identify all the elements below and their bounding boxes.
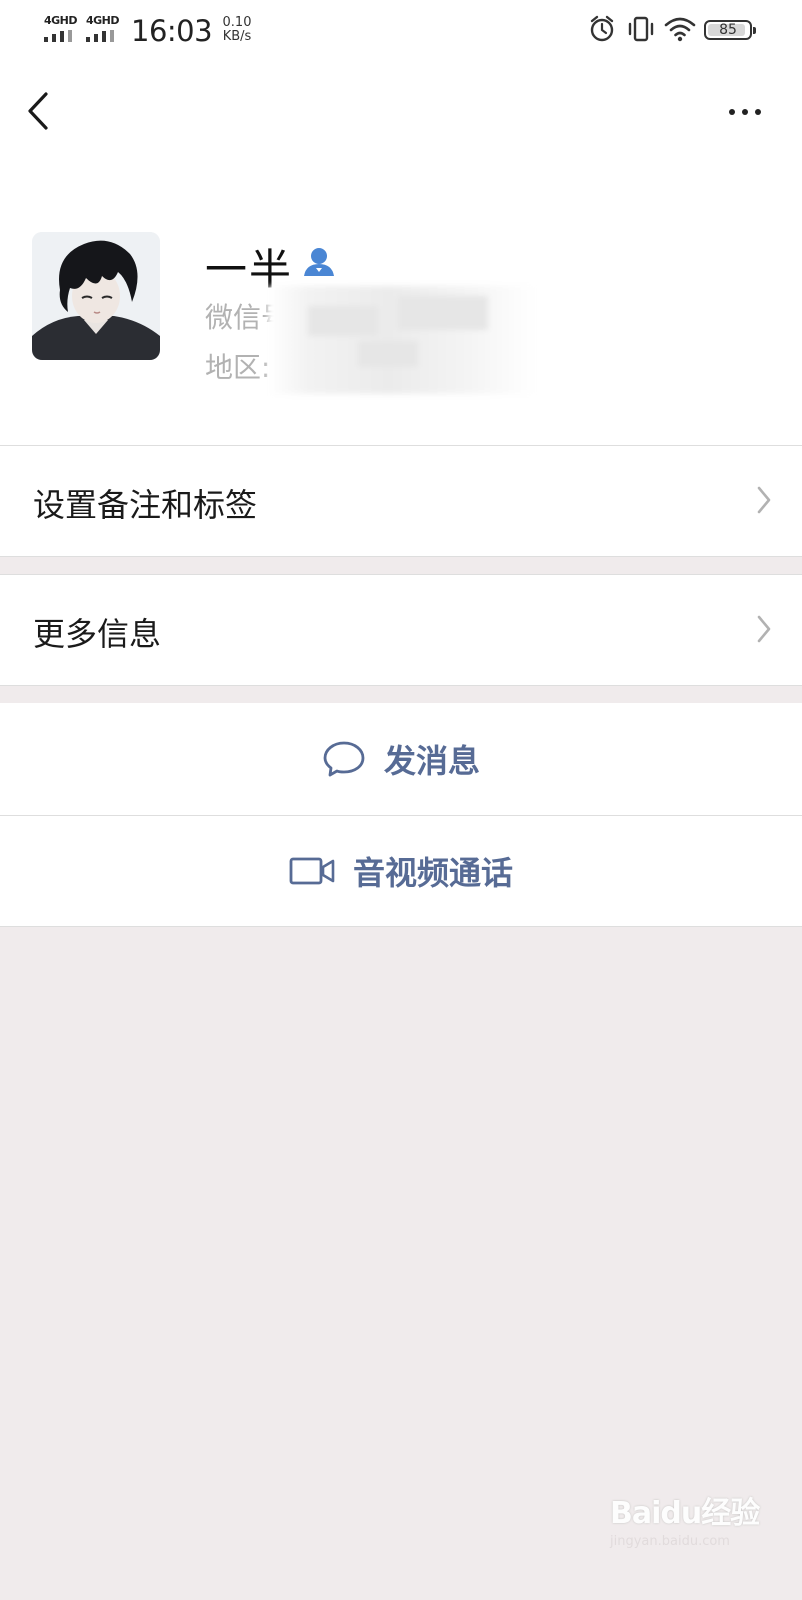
sim2-label: 4GHD bbox=[86, 14, 120, 27]
redacted-mosaic bbox=[268, 286, 536, 394]
avatar[interactable] bbox=[32, 232, 160, 360]
divider bbox=[0, 685, 802, 686]
sim1-label: 4GHD bbox=[44, 14, 78, 27]
status-bar: 4GHD 4GHD 16:03 0.10 KB/s 85 bbox=[0, 0, 802, 62]
divider bbox=[0, 556, 802, 557]
divider bbox=[0, 926, 802, 927]
more-options-button[interactable] bbox=[720, 100, 770, 124]
signal-sim2: 4GHD bbox=[86, 14, 126, 44]
baidu-watermark: Baidu经验 jingyan.baidu.com bbox=[610, 1488, 790, 1549]
battery-icon: 85 bbox=[704, 20, 756, 40]
battery-level: 85 bbox=[719, 22, 737, 38]
region-label: 地区: bbox=[205, 351, 271, 384]
video-call-button[interactable]: 音视频通话 bbox=[0, 816, 802, 926]
send-message-button[interactable]: 发消息 bbox=[0, 703, 802, 815]
signal-bars-icon bbox=[86, 30, 120, 42]
video-call-label: 音视频通话 bbox=[352, 854, 513, 892]
send-message-label: 发消息 bbox=[383, 742, 480, 780]
contact-person-icon bbox=[304, 248, 334, 276]
video-camera-icon bbox=[289, 857, 335, 885]
chat-bubble-icon bbox=[323, 741, 365, 777]
signal-sim1: 4GHD bbox=[44, 14, 84, 44]
set-remark-tags-row[interactable]: 设置备注和标签 bbox=[0, 446, 802, 556]
signal-bars-icon bbox=[44, 30, 78, 42]
clock: 16:03 bbox=[131, 14, 213, 48]
avatar-image bbox=[32, 232, 160, 360]
watermark-brand: Baidu经验 bbox=[610, 1496, 760, 1531]
back-button[interactable] bbox=[22, 88, 58, 134]
speed-unit: KB/s bbox=[222, 29, 252, 44]
watermark-url: jingyan.baidu.com bbox=[610, 1534, 730, 1549]
more-info-label: 更多信息 bbox=[33, 615, 162, 653]
vibrate-icon bbox=[628, 16, 654, 42]
chevron-right-icon bbox=[757, 486, 771, 514]
more-info-row[interactable]: 更多信息 bbox=[0, 575, 802, 685]
speed-value: 0.10 bbox=[222, 15, 252, 30]
chevron-right-icon bbox=[757, 615, 771, 643]
wifi-icon bbox=[664, 17, 696, 42]
alarm-icon bbox=[590, 15, 614, 42]
network-speed: 0.10 KB/s bbox=[217, 16, 257, 44]
set-remark-tags-label: 设置备注和标签 bbox=[33, 486, 258, 524]
